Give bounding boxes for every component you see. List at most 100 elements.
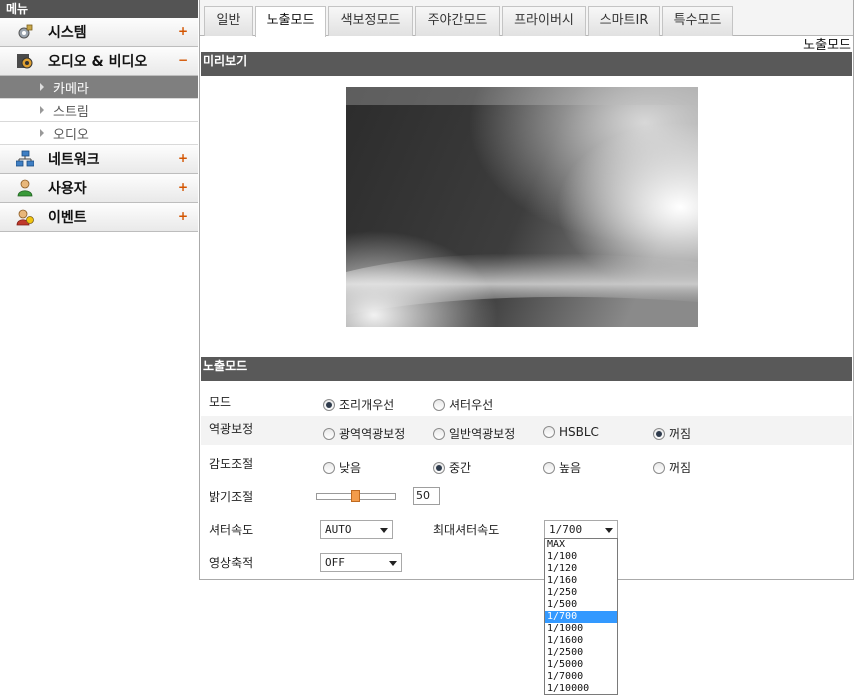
radio-label: HSBLC: [559, 425, 599, 439]
exposure-header: 노출모드: [201, 357, 852, 381]
sensitivity-mid-radio[interactable]: 중간: [433, 459, 471, 476]
radio-label: 높음: [559, 461, 582, 475]
mode-label: 모드: [209, 395, 232, 409]
chevron-down-icon: [605, 528, 613, 533]
radio-label: 광역역광보정: [339, 427, 406, 441]
radio-dot: [653, 427, 665, 440]
sensitivity-high-radio[interactable]: 높음: [543, 459, 581, 476]
accumulation-select[interactable]: OFF: [320, 553, 402, 572]
radio-dot: [433, 398, 445, 411]
select-value: AUTO: [325, 523, 352, 536]
tab-privacy[interactable]: 프라이버시: [502, 6, 586, 36]
radio-label: 낮음: [339, 461, 362, 475]
backlight-wdr-radio[interactable]: 광역역광보정: [323, 425, 405, 442]
menu-item-audio-video[interactable]: 오디오 & 비디오 −: [0, 47, 198, 76]
dropdown-option[interactable]: 1/1000: [545, 623, 617, 635]
sub-item-stream[interactable]: 스트림: [0, 99, 198, 122]
radio-label: 조리개우선: [339, 398, 395, 412]
tab-smart-ir[interactable]: 스마트IR: [588, 6, 660, 36]
collapse-toggle[interactable]: −: [178, 53, 188, 67]
radio-label: 꺼짐: [669, 461, 692, 475]
main-panel: 일반 노출모드 색보정모드 주야간모드 프라이버시 스마트IR 특수모드 노출모…: [199, 0, 854, 580]
chevron-down-icon: [380, 528, 388, 533]
menu-item-event[interactable]: 이벤트 +: [0, 203, 198, 232]
mode-shutter-priority-radio[interactable]: 셔터우선: [433, 396, 493, 413]
menu-item-label: 오디오 & 비디오: [48, 54, 148, 70]
menu-item-label: 이벤트: [48, 210, 87, 226]
menu-title: 메뉴: [0, 0, 198, 18]
tab-day-night[interactable]: 주야간모드: [415, 6, 500, 36]
sensitivity-low-radio[interactable]: 낮음: [323, 459, 361, 476]
backlight-label: 역광보정: [209, 422, 254, 436]
tab-bar: 일반 노출모드 색보정모드 주야간모드 프라이버시 스마트IR 특수모드: [200, 0, 853, 37]
backlight-row: 역광보정 광역역광보정 일반역광보정 HSBLC 꺼짐: [201, 416, 852, 445]
tab-special[interactable]: 특수모드: [662, 6, 733, 36]
shutter-speed-label: 셔터속도: [209, 523, 254, 537]
dropdown-option[interactable]: 1/100: [545, 551, 617, 563]
sub-item-label: 카메라: [53, 81, 89, 97]
tab-exposure[interactable]: 노출모드: [255, 6, 326, 37]
radio-label: 셔터우선: [449, 398, 494, 412]
sidebar: 메뉴 시스템 + 오디오 & 비디오 − 카메라 스트림 오디오 네트워크 +: [0, 0, 198, 698]
dropdown-option[interactable]: 1/250: [545, 587, 617, 599]
menu-item-label: 시스템: [48, 25, 87, 41]
camera-preview-image: [346, 87, 698, 327]
backlight-blc-radio[interactable]: 일반역광보정: [433, 425, 515, 442]
sub-item-label: 스트림: [53, 104, 89, 120]
dropdown-option[interactable]: 1/2500: [545, 647, 617, 659]
shutter-speed-select[interactable]: AUTO: [320, 520, 393, 539]
dropdown-option[interactable]: 1/160: [545, 575, 617, 587]
radio-dot: [433, 461, 445, 474]
radio-dot: [323, 461, 335, 474]
radio-dot: [543, 461, 555, 474]
dropdown-option[interactable]: 1/10000: [545, 683, 617, 695]
sensitivity-row: 감도조절 낮음 중간 높음 꺼짐: [201, 449, 852, 481]
menu-item-network[interactable]: 네트워크 +: [0, 145, 198, 174]
sensitivity-label: 감도조절: [209, 457, 254, 471]
dropdown-option-selected[interactable]: 1/700: [545, 611, 617, 623]
dropdown-option[interactable]: 1/7000: [545, 671, 617, 683]
event-icon: [16, 208, 34, 226]
gear-icon: [16, 23, 34, 41]
radio-dot: [323, 398, 335, 411]
expand-toggle[interactable]: +: [178, 209, 188, 223]
brightness-slider-thumb[interactable]: [351, 490, 360, 502]
triangle-right-icon: [40, 83, 44, 91]
menu-item-system[interactable]: 시스템 +: [0, 18, 198, 47]
radio-label: 일반역광보정: [449, 427, 516, 441]
user-icon: [16, 179, 34, 197]
sub-item-camera[interactable]: 카메라: [0, 76, 198, 99]
max-shutter-select[interactable]: 1/700: [544, 520, 618, 539]
radio-dot: [433, 427, 445, 440]
select-value: 1/700: [549, 523, 583, 536]
expand-toggle[interactable]: +: [178, 151, 188, 165]
sensitivity-off-radio[interactable]: 꺼짐: [653, 459, 691, 476]
network-icon: [15, 150, 35, 168]
radio-label: 중간: [449, 461, 472, 475]
preview-header: 미리보기: [201, 52, 852, 76]
dropdown-option[interactable]: 1/1600: [545, 635, 617, 647]
tab-general[interactable]: 일반: [204, 6, 253, 36]
menu-item-user[interactable]: 사용자 +: [0, 174, 198, 203]
radio-label: 꺼짐: [669, 427, 692, 441]
dropdown-option[interactable]: 1/5000: [545, 659, 617, 671]
radio-dot: [543, 426, 555, 438]
tab-color[interactable]: 색보정모드: [328, 6, 413, 36]
dropdown-option[interactable]: MAX: [545, 539, 617, 551]
expand-toggle[interactable]: +: [178, 24, 188, 38]
sub-item-audio[interactable]: 오디오: [0, 122, 198, 145]
chevron-down-icon: [389, 561, 397, 566]
triangle-right-icon: [40, 129, 44, 137]
expand-toggle[interactable]: +: [178, 180, 188, 194]
max-shutter-label: 최대셔터속도: [433, 523, 500, 537]
dropdown-option[interactable]: 1/120: [545, 563, 617, 575]
sub-item-label: 오디오: [53, 127, 89, 143]
select-value: OFF: [325, 556, 345, 569]
radio-dot: [323, 427, 335, 440]
brightness-value-input[interactable]: 50: [413, 487, 440, 505]
mode-iris-priority-radio[interactable]: 조리개우선: [323, 396, 394, 413]
backlight-off-radio[interactable]: 꺼짐: [653, 425, 691, 442]
page-caption: 노출모드: [803, 38, 851, 53]
dropdown-option[interactable]: 1/500: [545, 599, 617, 611]
backlight-hsblc-radio[interactable]: HSBLC: [543, 425, 599, 439]
